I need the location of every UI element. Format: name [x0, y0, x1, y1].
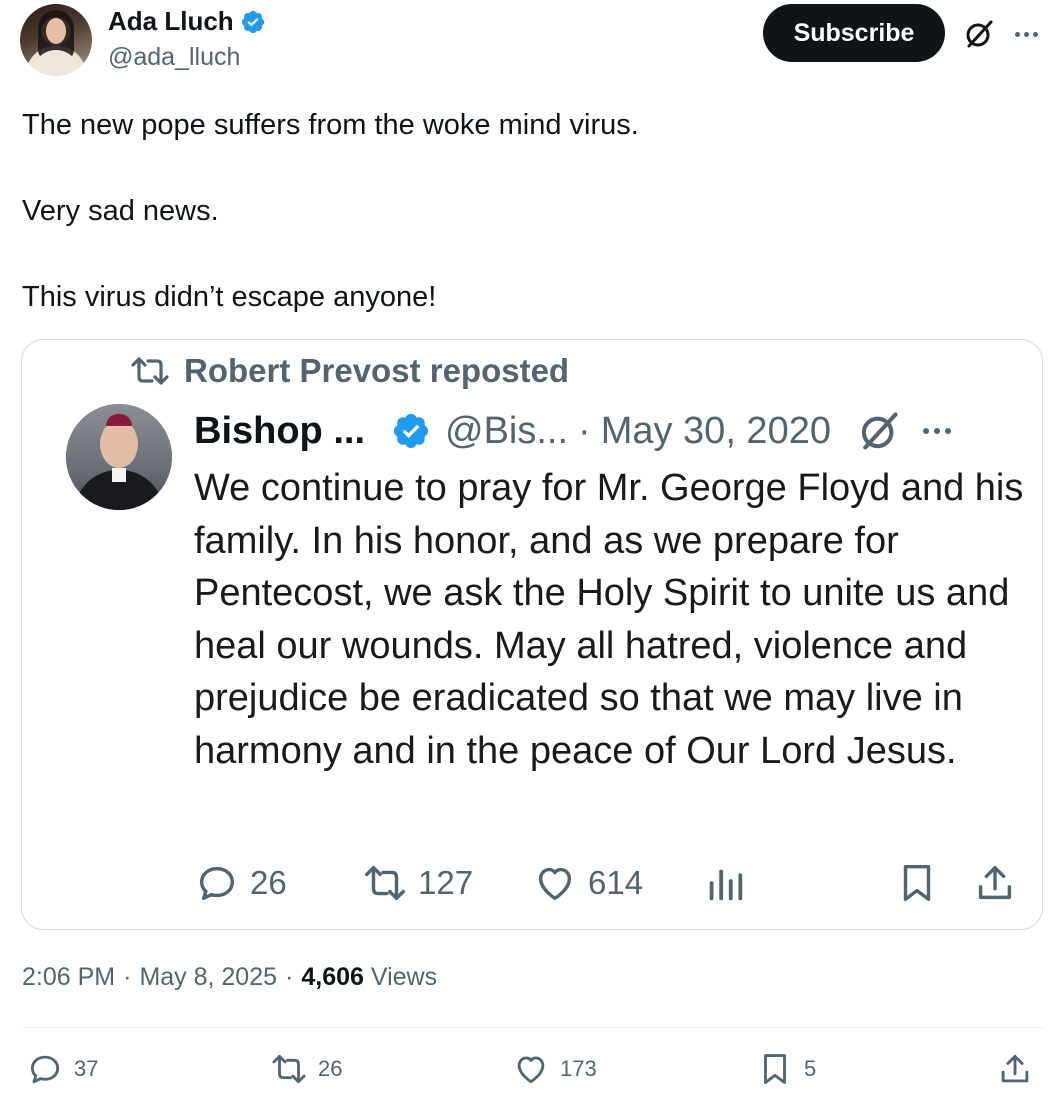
tweet-header: Ada Lluch @ada_lluch Subscribe	[20, 4, 1044, 78]
repost-icon	[131, 357, 169, 385]
separator-dot: ·	[578, 409, 591, 452]
subscribe-button[interactable]: Subscribe	[763, 4, 945, 62]
bookmark-count: 5	[804, 1056, 817, 1081]
author-handle[interactable]: @ada_lluch	[108, 43, 266, 72]
quoted-bookmark	[894, 860, 940, 906]
share-button[interactable]	[996, 1050, 1034, 1088]
repost-count: 26	[318, 1056, 343, 1081]
heart-icon	[517, 1056, 545, 1084]
post-date[interactable]: May 8, 2025	[139, 963, 277, 992]
more-options-icon[interactable]	[1008, 20, 1044, 48]
author-display-name[interactable]: Ada Lluch	[108, 6, 266, 37]
bookmark-icon	[764, 1054, 786, 1084]
quoted-like-stat: 614	[532, 860, 643, 906]
separator-dot: ·	[123, 963, 132, 991]
quoted-action-bar: 26 127 614	[194, 860, 1024, 914]
tweet-text: The new pope suffers from the woke mind …	[22, 104, 1032, 319]
quoted-author-avatar	[66, 404, 172, 510]
reply-icon	[199, 866, 235, 901]
heart-icon	[538, 867, 572, 901]
repost-indicator: Robert Prevost reposted	[130, 352, 569, 390]
tweet-line: Very sad news.	[22, 195, 219, 227]
reply-button[interactable]: 37	[26, 1050, 98, 1088]
bookmark-icon	[903, 864, 931, 902]
tweet-line: The new pope suffers from the woke mind …	[22, 109, 639, 141]
quoted-date: May 30, 2020	[600, 409, 831, 452]
quoted-author-handle: @Bis...	[445, 409, 569, 452]
author-avatar[interactable]	[20, 4, 92, 76]
grok-icon	[861, 412, 898, 450]
analytics-icon	[709, 869, 743, 901]
tweet-line: This virus didn’t escape anyone!	[22, 281, 437, 313]
author-name-text[interactable]: Ada Lluch	[108, 6, 234, 37]
quoted-author-name: Bishop ...	[194, 409, 365, 452]
share-icon	[978, 865, 1012, 900]
views-count: 4,606	[301, 963, 364, 991]
quoted-reply-stat: 26	[194, 860, 287, 906]
quoted-like-count: 614	[588, 864, 644, 901]
quoted-reply-count: 26	[250, 864, 287, 901]
author-names: Ada Lluch @ada_lluch	[108, 6, 266, 72]
reply-icon	[30, 1055, 60, 1084]
repost-text: Robert Prevost reposted	[184, 352, 570, 389]
reply-count: 37	[74, 1056, 99, 1081]
verified-badge-icon	[241, 10, 264, 33]
more-options-icon	[922, 428, 951, 434]
quoted-repost-count: 127	[418, 864, 474, 901]
verified-badge-icon	[393, 413, 429, 449]
quoted-share	[972, 860, 1018, 906]
repost-icon	[365, 865, 405, 901]
quoted-repost-stat: 127	[362, 860, 473, 906]
tweet-meta: 2:06 PM · May 8, 2025 · 4,606 Views	[22, 963, 437, 992]
quoted-header: Bishop ... @Bis... · May 30, 2020	[194, 406, 951, 456]
repost-button[interactable]: 26	[270, 1050, 342, 1088]
like-count: 173	[560, 1056, 597, 1081]
quoted-views-stat	[702, 860, 748, 906]
repost-icon	[272, 1054, 306, 1084]
share-icon	[1001, 1054, 1029, 1083]
views-label: Views	[370, 963, 438, 991]
grok-icon[interactable]	[963, 18, 995, 50]
action-bar: 37 26 173 5	[22, 1050, 1044, 1094]
bookmark-button[interactable]: 5	[756, 1050, 816, 1088]
quoted-image-card[interactable]: Robert Prevost reposted Bishop ... @Bis.…	[21, 339, 1043, 930]
divider	[22, 1027, 1044, 1028]
like-button[interactable]: 173	[512, 1050, 597, 1088]
post-time[interactable]: 2:06 PM	[22, 963, 115, 992]
quoted-text: We continue to pray for Mr. George Floyd…	[194, 467, 1024, 772]
separator-dot: ·	[285, 963, 294, 991]
